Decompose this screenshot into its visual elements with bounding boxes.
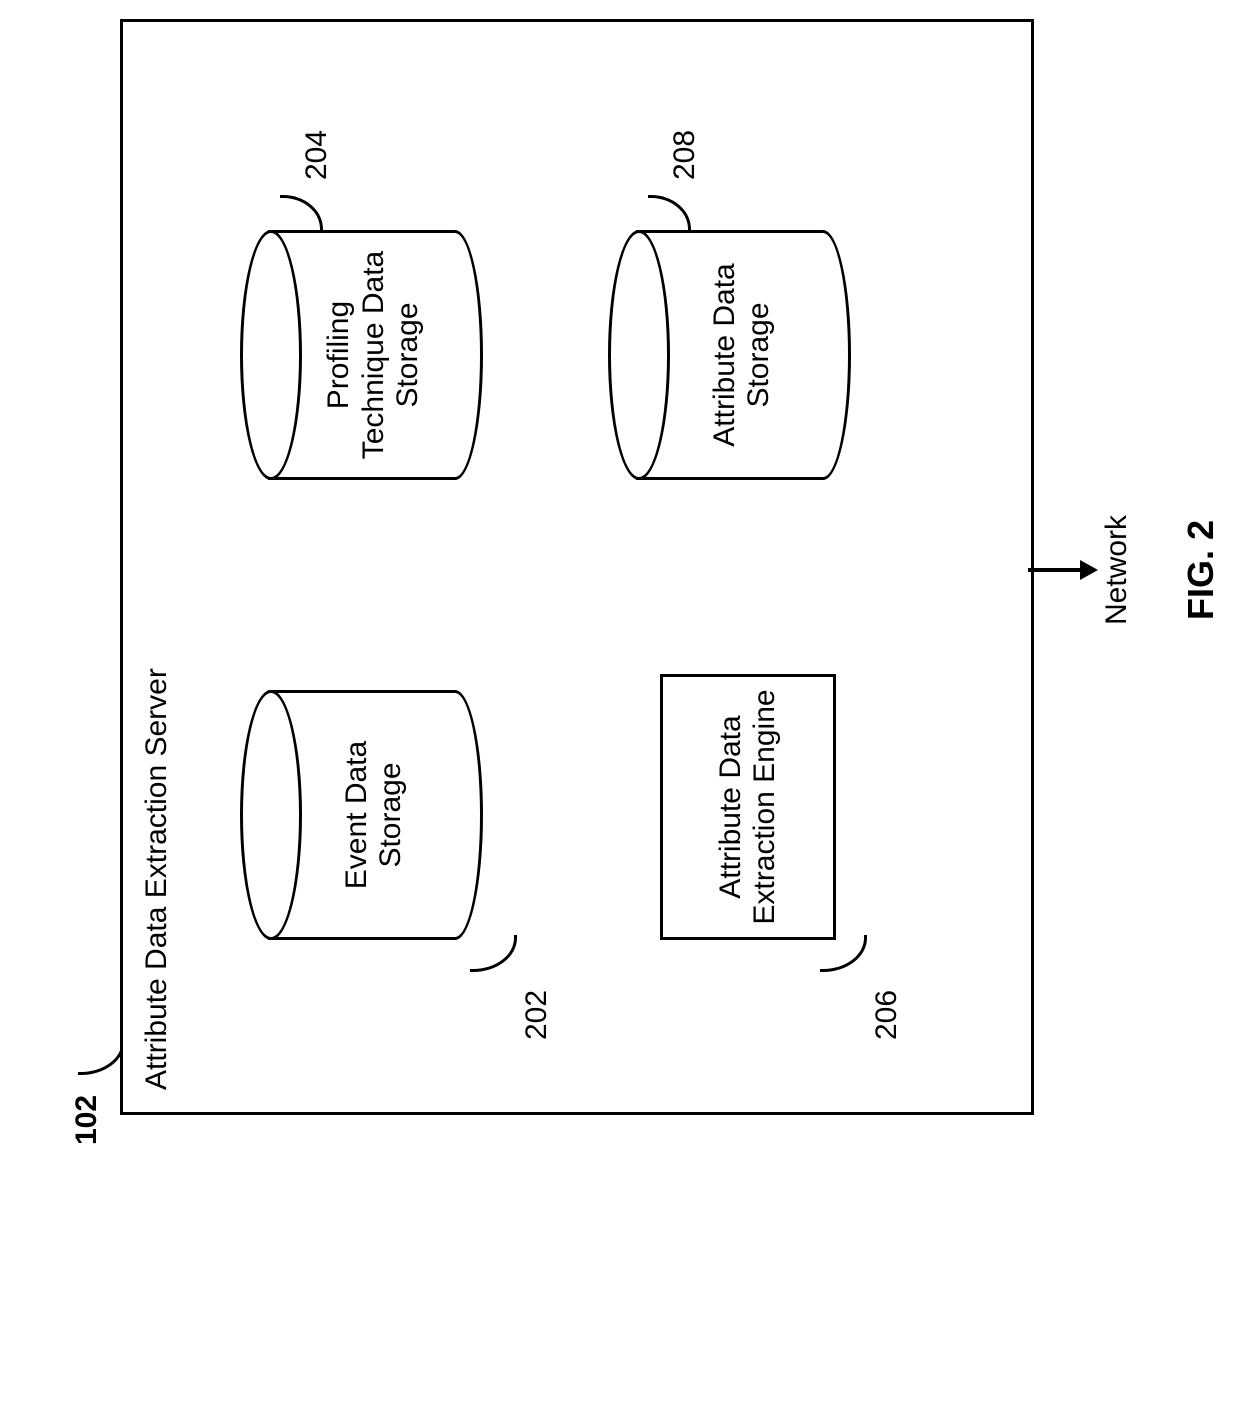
figure-caption: FIG. 2 (1180, 520, 1222, 620)
attribute-data-storage: Attribute Data Storage (608, 230, 848, 480)
ref-102: 102 (70, 1095, 104, 1145)
extraction-engine-label-l1: Attribute Data (714, 715, 747, 898)
network-label: Network (1100, 515, 1134, 625)
profiling-technique-data-storage: Profiling Technique Data Storage (240, 230, 480, 480)
diagram-stage: 102 Attribute Data Extraction Server Eve… (0, 0, 1240, 1240)
profiling-storage-label-l1: Profiling (322, 301, 355, 409)
profiling-storage-label-l3: Storage (391, 302, 424, 407)
ref-204: 204 (300, 130, 334, 180)
profiling-storage-label-l2: Technique Data (357, 251, 390, 459)
server-title: Attribute Data Extraction Server (140, 668, 174, 1090)
ref-102-hook (78, 1038, 125, 1075)
attribute-data-extraction-engine: Attribute Data Extraction Engine (660, 674, 836, 940)
event-data-storage: Event Data Storage (240, 690, 480, 940)
event-data-storage-label-l2: Storage (374, 762, 407, 867)
server-box (120, 19, 1034, 1115)
attribute-storage-label-l1: Attribute Data (708, 263, 741, 446)
attribute-storage-label-l2: Storage (742, 302, 775, 407)
network-arrow (1028, 560, 1098, 580)
ref-202: 202 (520, 990, 554, 1040)
event-data-storage-label-l1: Event Data (340, 741, 373, 889)
extraction-engine-label-l2: Extraction Engine (748, 689, 781, 924)
ref-208: 208 (668, 130, 702, 180)
ref-206: 206 (870, 990, 904, 1040)
